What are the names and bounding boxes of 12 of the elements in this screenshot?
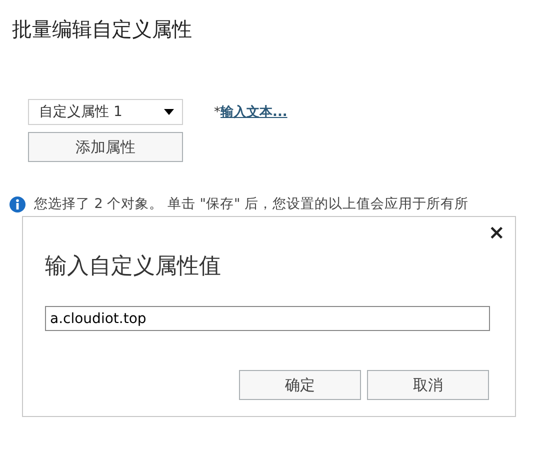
- ok-button[interactable]: 确定: [239, 370, 361, 400]
- dialog-title: 输入自定义属性值: [45, 253, 221, 281]
- info-icon: [9, 196, 26, 212]
- info-message: 您选择了 2 个对象。 单击 "保存" 后，您设置的以上值会应用于所有所: [34, 195, 468, 213]
- cancel-button[interactable]: 取消: [367, 370, 489, 400]
- caret-icon: [164, 109, 174, 115]
- value-input-field[interactable]: a.cloudiot.top: [45, 306, 490, 331]
- add-attribute-button[interactable]: 添加属性: [28, 132, 183, 162]
- attribute-dropdown[interactable]: 自定义属性 1: [28, 99, 183, 125]
- page-title: 批量编辑自定义属性: [12, 16, 192, 43]
- enter-text-link[interactable]: 输入文本...: [220, 103, 288, 121]
- required-mark: *: [214, 104, 220, 120]
